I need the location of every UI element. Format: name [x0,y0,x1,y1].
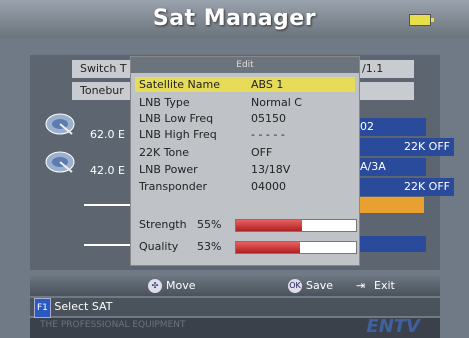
quality-bar [235,241,357,254]
field-label: LNB Type [139,96,190,109]
field-label: LNB High Freq [139,128,217,141]
move-hint: Move [166,279,196,292]
field-value: OFF [251,146,273,159]
title-bar: Sat Manager [0,0,469,38]
toneburst-value: . [354,82,414,100]
watermark-text: THE PROFESSIONAL EQUIPMENT [40,320,186,330]
field-label: Transponder [139,180,208,193]
watermark-logo: ENTV [366,316,420,337]
select-sat-label: Select SAT [54,300,113,313]
field-22k-tone[interactable]: 22K Tone OFF [135,145,355,160]
divider [84,244,132,246]
battery-icon [409,14,434,26]
dpad-icon: ✣ [148,279,162,293]
satellite-tone-cell: 22K OFF [354,178,454,196]
field-lnb-type[interactable]: LNB Type Normal C [135,95,355,110]
exit-icon[interactable]: ⇥ [356,279,365,292]
quality-row: Quality 53% [135,239,357,254]
field-transponder[interactable]: Transponder 04000 [135,179,355,194]
highlight-cell [354,197,424,213]
field-value: 05150 [251,112,286,125]
field-value: 04000 [251,180,286,193]
empty-cell [354,236,426,252]
dialog-title: Edit [131,57,359,73]
strength-bar [235,219,357,232]
field-value: Normal C [251,96,302,109]
satellite-dish-icon [45,113,75,135]
switch-type-value-text: /1.1 [362,62,384,75]
exit-hint[interactable]: Exit [374,279,395,292]
field-label: LNB Low Freq [139,112,214,125]
satellite-right-cell: A/3A [354,158,426,176]
screen: Sat Manager Switch T /1.1 Tonebur . 62.0… [0,0,469,338]
field-lnb-power[interactable]: LNB Power 13/18V [135,162,355,177]
ok-badge: OK [288,279,302,293]
strength-bar-fill [236,220,302,231]
satellite-position[interactable]: 62.0 E [90,125,125,145]
field-value: ABS 1 [251,78,284,91]
page-title: Sat Manager [152,6,317,31]
field-label: LNB Power [139,163,198,176]
switch-type-label: Switch T [80,62,127,75]
field-value: - - - - - [251,128,285,141]
footer: THE PROFESSIONAL EQUIPMENT ENTV [30,316,440,338]
quality-label: Quality [139,240,179,253]
strength-row: Strength 55% [135,217,357,232]
satellite-tone-cell: 22K OFF [354,138,454,156]
divider [84,204,132,206]
quality-percent: 53% [197,240,222,253]
f1-key-badge: F1 [34,298,51,318]
toneburst-label: Tonebur [80,84,124,97]
select-sat-bar[interactable]: F1 Select SAT [30,298,440,318]
satellite-position[interactable]: 42.0 E [90,161,125,181]
ok-button-icon[interactable]: OK [288,279,302,293]
strength-percent: 55% [197,218,222,231]
hint-bar: ✣ Move OK Save ⇥ Exit [30,276,440,296]
field-value: 13/18V [251,163,291,176]
strength-label: Strength [139,218,187,231]
field-satellite-name[interactable]: Satellite Name ABS 1 [135,77,355,92]
quality-bar-fill [236,242,300,253]
field-lnb-high-freq[interactable]: LNB High Freq - - - - - [135,127,355,142]
field-lnb-low-freq[interactable]: LNB Low Freq 05150 [135,111,355,126]
satellite-right-cell: 02 [354,118,426,136]
satellite-dish-icon [45,151,75,173]
save-hint[interactable]: Save [306,279,333,292]
edit-dialog: Edit Satellite Name ABS 1 LNB Type Norma… [130,56,360,266]
field-label: Satellite Name [139,78,221,91]
field-label: 22K Tone [139,146,190,159]
switch-type-value: /1.1 [354,60,414,78]
